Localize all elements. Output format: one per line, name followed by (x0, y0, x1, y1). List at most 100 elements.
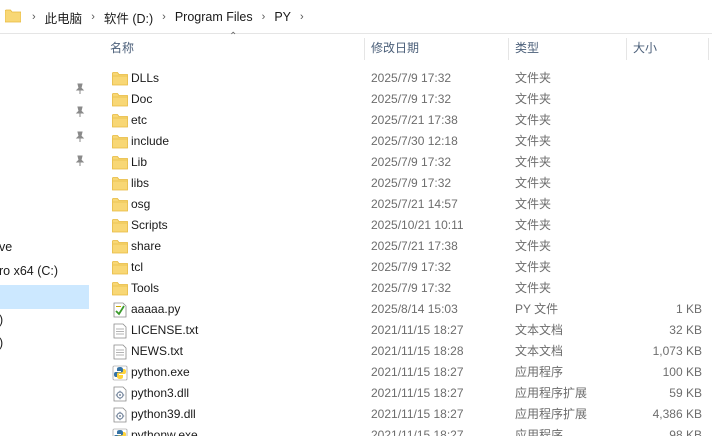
file-modified-date: 2025/7/21 14:57 (371, 197, 458, 211)
chevron-right-icon[interactable]: › (32, 11, 36, 23)
file-modified-date: 2021/11/15 18:27 (371, 365, 464, 379)
python-exe-icon (112, 365, 128, 381)
file-row[interactable]: Scripts 2025/10/21 10:11 文件夹 (96, 215, 712, 236)
file-size (624, 131, 702, 152)
breadcrumb-drive-d[interactable]: 软件 (D:) (103, 8, 154, 27)
file-modified-date: 2021/11/15 18:27 (371, 428, 464, 436)
file-modified-date: 2025/7/30 12:18 (371, 134, 458, 148)
nav-item-drive-c[interactable]: ro x64 (C:) (0, 264, 58, 278)
chevron-right-icon[interactable]: › (91, 11, 95, 23)
column-size[interactable]: 大小 (627, 34, 657, 62)
file-row[interactable]: tcl 2025/7/9 17:32 文件夹 (96, 257, 712, 278)
file-row[interactable]: libs 2025/7/9 17:32 文件夹 (96, 173, 712, 194)
folder-icon (112, 155, 128, 170)
file-row[interactable]: python.exe 2021/11/15 18:27 应用程序 100 KB (96, 362, 712, 383)
file-row[interactable]: Tools 2025/7/9 17:32 文件夹 (96, 278, 712, 299)
file-size: 98 KB (669, 428, 702, 436)
file-row[interactable]: python39.dll 2021/11/15 18:27 应用程序扩展 4,386 … (96, 404, 712, 425)
file-size (624, 257, 702, 278)
folder-icon (112, 134, 128, 149)
folder-icon (112, 218, 128, 233)
file-size: 1 KB (675, 302, 702, 316)
file-row[interactable]: DLLs 2025/7/9 17:32 文件夹 (96, 68, 712, 89)
file-type: 文件夹 (515, 92, 552, 106)
file-name: python3.dll (131, 386, 190, 400)
file-row[interactable]: Doc 2025/7/9 17:32 文件夹 (96, 89, 712, 110)
folder-icon (112, 92, 128, 107)
file-row[interactable]: NEWS.txt 2021/11/15 18:28 文本文档 1,073 KB (96, 341, 712, 362)
column-name[interactable]: 名称 (104, 34, 134, 62)
folder-icon (112, 260, 128, 275)
file-row[interactable]: include 2025/7/30 12:18 文件夹 (96, 131, 712, 152)
file-row[interactable]: share 2025/7/21 17:38 文件夹 (96, 236, 712, 257)
file-name: python.exe (131, 365, 190, 379)
pin-icon[interactable] (75, 106, 85, 118)
file-modified-date: 2025/7/21 17:38 (371, 239, 458, 253)
file-name: LICENSE.txt (131, 323, 199, 337)
folder-icon (112, 197, 128, 212)
breadcrumb-py[interactable]: PY (273, 10, 292, 24)
chevron-right-icon[interactable]: › (162, 11, 166, 23)
python-exe-icon (112, 428, 128, 436)
file-type: 应用程序 (515, 365, 564, 379)
file-row[interactable]: pythonw.exe 2021/11/15 18:27 应用程序 98 KB (96, 425, 712, 436)
file-modified-date: 2025/7/9 17:32 (371, 176, 452, 190)
chevron-right-icon[interactable]: › (262, 11, 266, 23)
column-divider[interactable] (708, 38, 709, 60)
sort-up-icon: ⌃ (229, 31, 238, 42)
file-modified-date: 2025/7/9 17:32 (371, 155, 452, 169)
file-type: 应用程序扩展 (515, 386, 588, 400)
breadcrumb: › 此电脑 › 软件 (D:) › Program Files › PY › (24, 0, 312, 34)
file-size (624, 194, 702, 215)
nav-item[interactable]: ) (0, 313, 3, 327)
text-file-icon (112, 344, 128, 360)
pin-icon[interactable] (75, 155, 85, 167)
file-type: PY 文件 (515, 302, 559, 316)
file-name: NEWS.txt (131, 344, 184, 358)
file-size: 4,386 KB (652, 407, 702, 421)
column-header: ⌃ 名称 修改日期 类型 大小 (96, 31, 712, 62)
nav-item[interactable]: ve (0, 240, 12, 254)
file-modified-date: 2025/10/21 10:11 (371, 218, 464, 232)
file-row[interactable]: etc 2025/7/21 17:38 文件夹 (96, 110, 712, 131)
dll-file-icon (112, 386, 128, 402)
file-row[interactable]: Lib 2025/7/9 17:32 文件夹 (96, 152, 712, 173)
text-file-icon (112, 323, 128, 339)
file-modified-date: 2025/7/9 17:32 (371, 260, 452, 274)
file-name: DLLs (131, 71, 160, 85)
breadcrumb-this-pc[interactable]: 此电脑 (44, 8, 84, 27)
file-name: Tools (131, 281, 160, 295)
file-name: Doc (131, 92, 153, 106)
file-modified-date: 2021/11/15 18:27 (371, 323, 464, 337)
file-type: 文件夹 (515, 176, 552, 190)
breadcrumb-program-files[interactable]: Program Files (174, 10, 254, 24)
nav-item[interactable]: ) (0, 336, 3, 350)
pin-icon[interactable] (75, 131, 85, 143)
folder-icon (112, 71, 128, 86)
file-modified-date: 2025/8/14 15:03 (371, 302, 458, 316)
navigation-pane: ve ro x64 (C:) ) ) (0, 34, 96, 436)
file-row[interactable]: python3.dll 2021/11/15 18:27 应用程序扩展 59 KB (96, 383, 712, 404)
file-row[interactable]: aaaaa.py 2025/8/14 15:03 PY 文件 1 KB (96, 299, 712, 320)
file-modified-date: 2025/7/9 17:32 (371, 281, 452, 295)
pin-icon[interactable] (75, 83, 85, 95)
file-name: tcl (131, 260, 143, 274)
file-type: 文件夹 (515, 239, 552, 253)
address-bar[interactable]: › 此电脑 › 软件 (D:) › Program Files › PY › (0, 0, 712, 34)
column-type[interactable]: 类型 (509, 34, 539, 62)
file-type: 应用程序扩展 (515, 407, 588, 421)
file-name: Lib (131, 155, 148, 169)
folder-icon (112, 113, 128, 128)
nav-selected-item[interactable] (0, 285, 89, 309)
file-row[interactable]: LICENSE.txt 2021/11/15 18:27 文本文档 32 KB (96, 320, 712, 341)
folder-icon (112, 239, 128, 254)
chevron-right-icon[interactable]: › (300, 11, 304, 23)
file-size (624, 152, 702, 173)
file-type: 文件夹 (515, 218, 552, 232)
file-type: 文件夹 (515, 155, 552, 169)
column-date[interactable]: 修改日期 (365, 34, 419, 62)
file-name: include (131, 134, 170, 148)
file-modified-date: 2021/11/15 18:27 (371, 386, 464, 400)
file-type: 文件夹 (515, 71, 552, 85)
file-row[interactable]: osg 2025/7/21 14:57 文件夹 (96, 194, 712, 215)
